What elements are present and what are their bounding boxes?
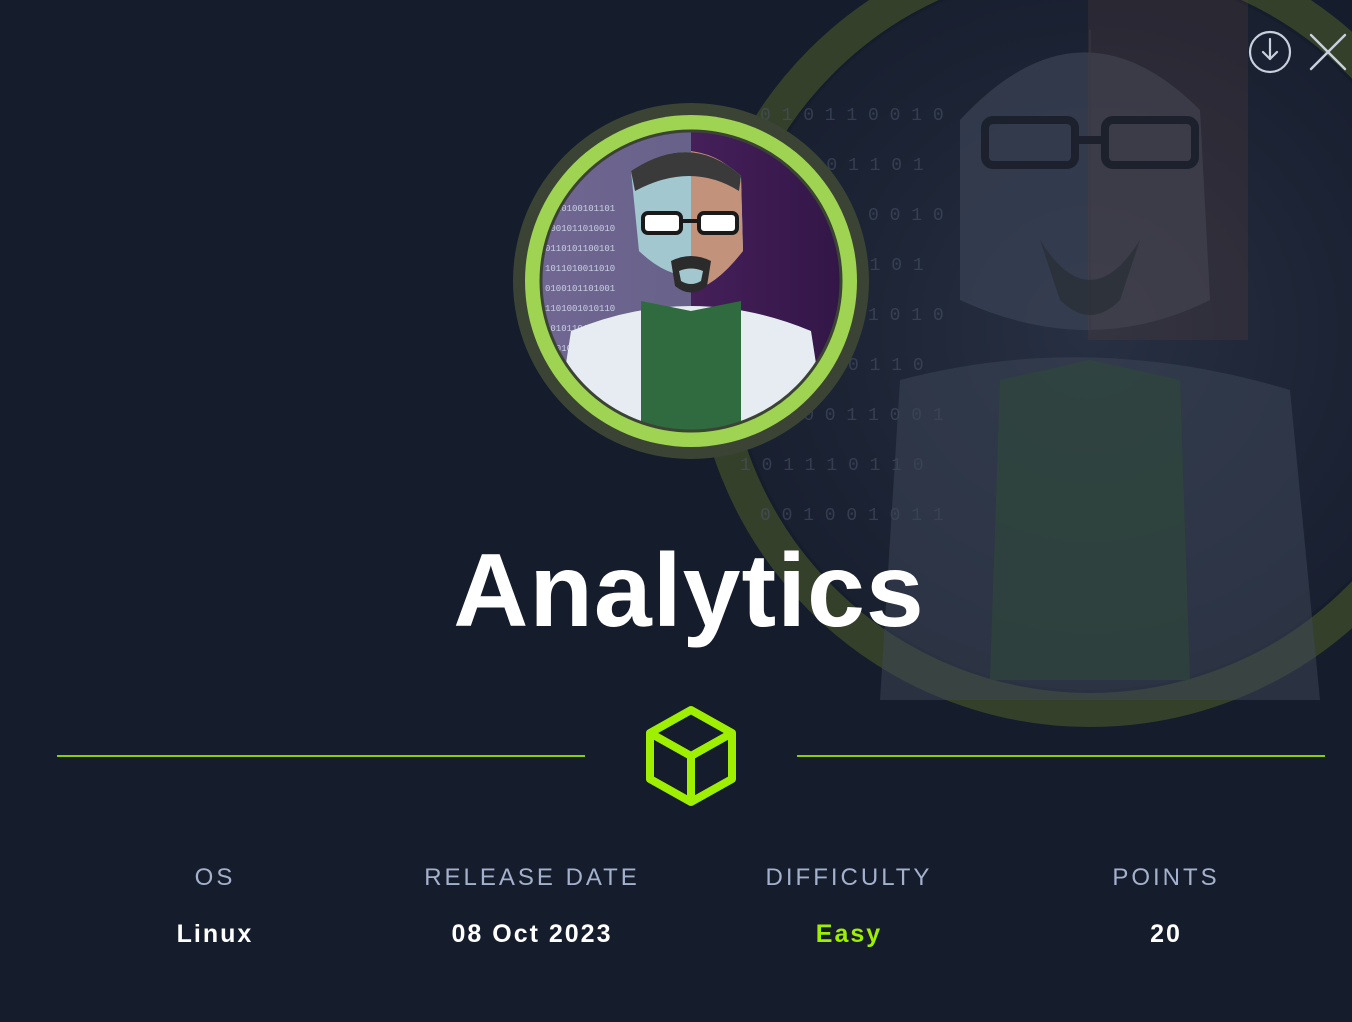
svg-text:0 0 1 0 0 1 0 1 1: 0 0 1 0 0 1 0 1 1 (760, 506, 944, 526)
stat-value: 20 (1150, 920, 1182, 948)
cube-icon (646, 706, 736, 806)
stat-value: Linux (176, 920, 254, 948)
divider-right (797, 755, 1325, 757)
close-button[interactable] (1304, 28, 1352, 76)
download-button[interactable] (1246, 28, 1294, 76)
machine-title: Analytics (453, 533, 925, 649)
divider-left (57, 755, 585, 757)
stat-label: DIFFICULTY (765, 864, 933, 891)
machine-stats: OS Linux RELEASE DATE 08 Oct 2023 DIFFIC… (0, 864, 1352, 964)
stat-value: 08 Oct 2023 (451, 920, 613, 948)
stat-label: OS (194, 864, 236, 891)
download-circle-icon (1248, 30, 1292, 74)
stat-os: OS Linux (65, 864, 365, 949)
svg-text:1011010011010: 1011010011010 (545, 264, 615, 274)
close-x-icon (1309, 33, 1347, 71)
machine-avatar: 0110100101101 1001011010010 011010110010… (513, 103, 869, 459)
svg-text:0100101101001: 0100101101001 (545, 284, 615, 294)
stat-release-date: RELEASE DATE 08 Oct 2023 (382, 864, 682, 949)
stat-difficulty: DIFFICULTY Easy (699, 864, 999, 949)
difficulty-badge: Easy (815, 920, 883, 948)
svg-text:1101001010110: 1101001010110 (545, 304, 615, 314)
stat-label: POINTS (1112, 864, 1220, 891)
stat-points: POINTS 20 (1016, 864, 1316, 949)
top-actions (1192, 28, 1352, 76)
stat-label: RELEASE DATE (424, 864, 640, 891)
svg-text:1001011010010: 1001011010010 (545, 224, 615, 234)
svg-text:0110101100101: 0110101100101 (545, 244, 615, 254)
